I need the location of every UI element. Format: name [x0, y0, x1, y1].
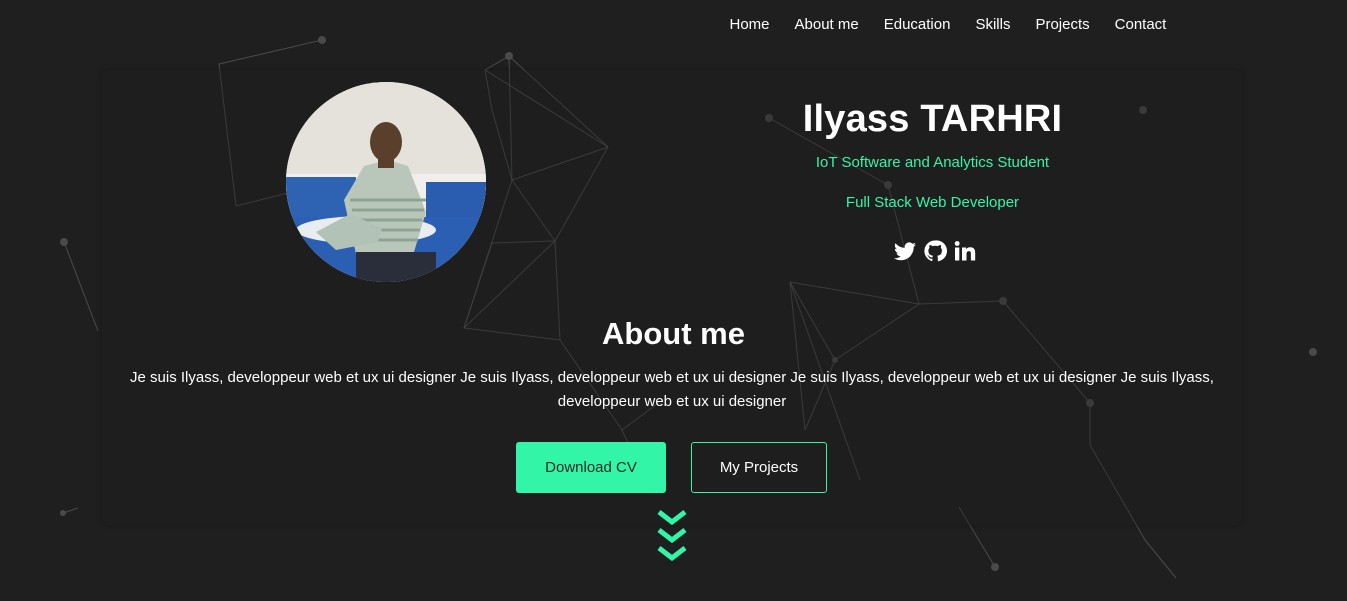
- nav-item-projects[interactable]: Projects: [1023, 14, 1102, 35]
- about-heading: About me: [602, 316, 745, 351]
- nav-item-contact[interactable]: Contact: [1102, 14, 1179, 35]
- download-cv-button[interactable]: Download CV: [516, 442, 666, 493]
- top-nav: Home About me Education Skills Projects …: [717, 14, 1179, 35]
- social-links: [893, 238, 977, 264]
- nav-item-home[interactable]: Home: [717, 14, 782, 35]
- linkedin-icon[interactable]: [953, 238, 977, 264]
- scroll-down-chevrons-icon[interactable]: [656, 508, 688, 568]
- twitter-icon[interactable]: [893, 238, 917, 264]
- nav-item-skills[interactable]: Skills: [963, 14, 1023, 35]
- page: Home About me Education Skills Projects …: [0, 0, 1347, 601]
- about-paragraph: Je suis Ilyass, developpeur web et ux ui…: [130, 369, 1214, 410]
- profile-subtitle-iot: IoT Software and Analytics Student: [815, 154, 1050, 171]
- profile-photo-illustration: [286, 82, 486, 282]
- nav-item-about-me[interactable]: About me: [782, 14, 871, 35]
- my-projects-button[interactable]: My Projects: [691, 442, 827, 493]
- profile-name: Ilyass TARHRI: [802, 98, 1063, 140]
- github-icon[interactable]: [923, 238, 947, 264]
- profile-subtitle-fullstack: Full Stack Web Developer: [845, 194, 1020, 211]
- nav-item-education[interactable]: Education: [871, 14, 963, 35]
- profile-avatar: [286, 82, 486, 282]
